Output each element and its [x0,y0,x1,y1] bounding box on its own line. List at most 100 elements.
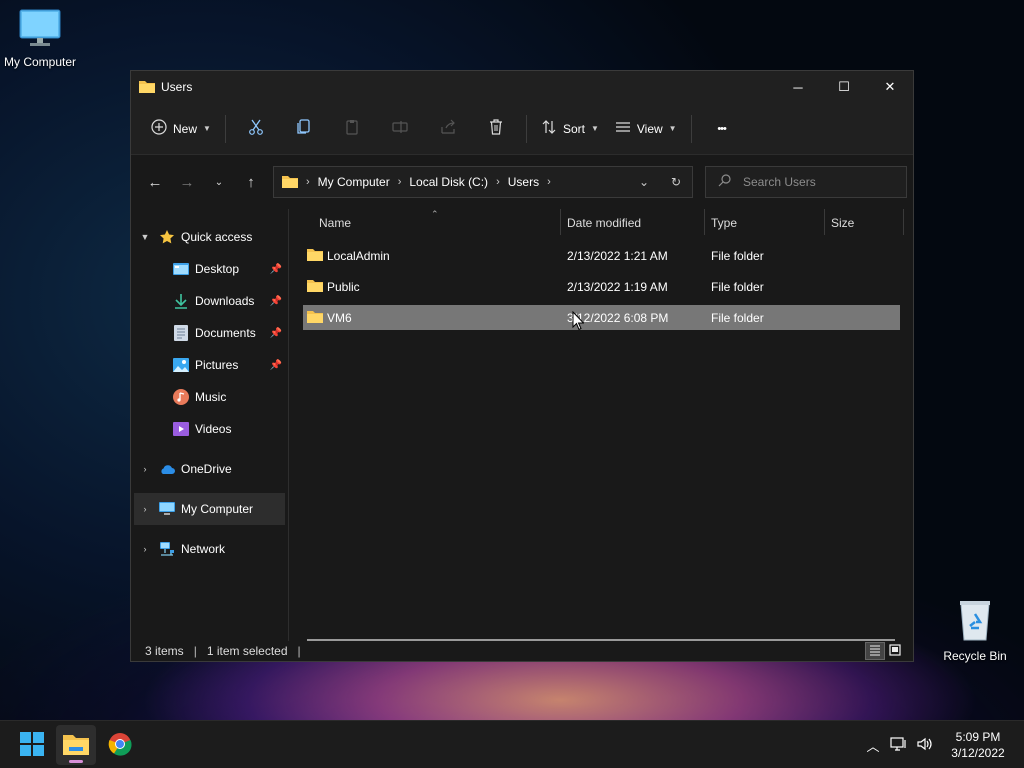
refresh-button[interactable]: ↻ [660,167,692,197]
chevron-right-icon[interactable]: › [137,504,153,514]
sidebar-item-documents[interactable]: Documents 📌 [131,317,288,349]
windows-logo-icon [20,731,44,759]
column-header-size[interactable]: Size [831,216,854,230]
rename-button[interactable] [376,111,424,147]
share-button[interactable] [424,111,472,147]
column-header-row: ⌃ Name Date modified Type Size [289,209,913,239]
sort-ascending-icon: ⌃ [431,209,439,219]
file-explorer-window: Users ─ ☐ ✕ New ▼ Sort ▼ View ▼ ••• ← → … [130,70,914,662]
copy-icon [296,119,312,138]
column-divider[interactable] [824,209,825,235]
sidebar-item-label: Documents [195,326,256,340]
system-tray: ︿ 5:09 PM 3/12/2022 [860,721,1024,768]
delete-button[interactable] [472,111,520,147]
active-indicator [69,760,83,763]
share-icon [440,119,456,138]
folder-icon [307,278,323,295]
status-bar: 3 items | 1 item selected | [131,641,913,661]
sidebar-item-pictures[interactable]: Pictures 📌 [131,349,288,381]
column-divider[interactable] [704,209,705,235]
column-header-type[interactable]: Type [711,216,737,230]
more-options-button[interactable]: ••• [698,111,746,147]
sidebar-item-desktop[interactable]: Desktop 📌 [131,253,288,285]
file-name: LocalAdmin [327,249,390,263]
clock-button[interactable]: 5:09 PM 3/12/2022 [938,729,1018,761]
file-date: 2/13/2022 1:21 AM [567,249,668,263]
breadcrumb-separator-icon[interactable]: › [306,176,310,188]
new-label: New [173,121,198,136]
tiles-view-button[interactable] [885,642,905,660]
desktop-icon [173,261,189,277]
column-header-name[interactable]: Name [319,216,351,230]
sidebar-item-network[interactable]: › Network [131,533,288,565]
column-divider[interactable] [560,209,561,235]
sort-button[interactable]: Sort ▼ [533,111,607,147]
cut-button[interactable] [232,111,280,147]
file-explorer-taskbar-button[interactable] [56,725,96,765]
column-header-date[interactable]: Date modified [567,216,641,230]
video-icon [173,421,189,437]
volume-button[interactable] [912,736,938,755]
view-button[interactable]: View ▼ [607,111,685,147]
chevron-right-icon[interactable]: › [137,544,153,554]
recent-locations-button[interactable]: ⌄ [203,166,235,198]
column-divider[interactable] [903,209,904,235]
address-bar[interactable]: › My Computer › Local Disk (C:) › Users … [273,166,693,198]
plus-circle-icon [151,119,167,138]
sidebar-item-label: Downloads [195,294,255,308]
network-monitor-icon [890,736,908,755]
chevron-right-icon[interactable]: › [137,464,153,474]
start-button[interactable] [12,725,52,765]
table-row[interactable]: Public 2/13/2022 1:19 AM File folder [303,274,900,299]
toolbar-divider [224,114,226,143]
up-button[interactable]: ↑ [235,166,267,198]
breadcrumb-my-computer[interactable]: My Computer [318,175,390,189]
table-row-selected[interactable]: VM6 3/12/2022 6:08 PM File folder [303,305,900,330]
new-button[interactable]: New ▼ [143,111,219,147]
chevron-down-icon[interactable]: ▼ [137,232,153,242]
forward-button[interactable]: → [171,166,203,198]
download-icon [173,293,189,309]
breadcrumb-local-disk[interactable]: Local Disk (C:) [409,175,488,189]
arrow-right-icon: → [179,173,195,191]
desktop-icon-my-computer[interactable]: My Computer [0,8,80,69]
sidebar-item-label: Network [181,542,226,556]
sidebar-item-my-computer[interactable]: › My Computer [134,493,285,525]
navigation-pane: ▼ Quick access Desktop 📌 Downloads 📌 Doc… [131,209,289,641]
chevron-up-icon: ︿ [866,738,880,754]
network-icon [159,541,175,557]
sidebar-item-onedrive[interactable]: › OneDrive [131,453,288,485]
picture-icon [173,357,189,373]
arrow-up-icon: ↑ [247,173,255,191]
paste-button[interactable] [328,111,376,147]
chrome-taskbar-button[interactable] [100,725,140,765]
file-explorer-icon [63,733,89,758]
back-button[interactable]: ← [139,166,171,198]
network-status-button[interactable] [886,736,912,755]
view-label: View [636,121,663,136]
copy-button[interactable] [280,111,328,147]
close-button[interactable]: ✕ [867,71,913,103]
breadcrumb-separator-icon[interactable]: › [496,176,500,188]
desktop-icon-recycle-bin[interactable]: Recycle Bin [935,598,1015,663]
sidebar-item-videos[interactable]: Videos [131,413,288,445]
sidebar-item-quick-access[interactable]: ▼ Quick access [131,221,288,253]
details-view-button[interactable] [865,642,885,660]
sidebar-item-label: Music [195,390,227,404]
title-bar[interactable]: Users ─ ☐ ✕ [131,71,913,103]
breadcrumb-separator-icon[interactable]: › [547,176,551,188]
scissors-icon [248,119,264,138]
address-history-button[interactable]: ⌄ [628,167,660,197]
minimize-button[interactable]: ─ [775,71,821,103]
search-input[interactable]: Search Users [705,166,907,198]
sidebar-item-music[interactable]: Music [131,381,288,413]
maximize-button[interactable]: ☐ [821,71,867,103]
chevron-down-icon: ⌄ [214,176,224,188]
show-hidden-icons-button[interactable]: ︿ [860,736,886,755]
file-name: VM6 [327,311,352,325]
breadcrumb-separator-icon[interactable]: › [398,176,402,188]
breadcrumb-users[interactable]: Users [508,175,539,189]
table-row[interactable]: LocalAdmin 2/13/2022 1:21 AM File folder [303,243,900,268]
sidebar-item-downloads[interactable]: Downloads 📌 [131,285,288,317]
status-separator: | [193,644,197,658]
